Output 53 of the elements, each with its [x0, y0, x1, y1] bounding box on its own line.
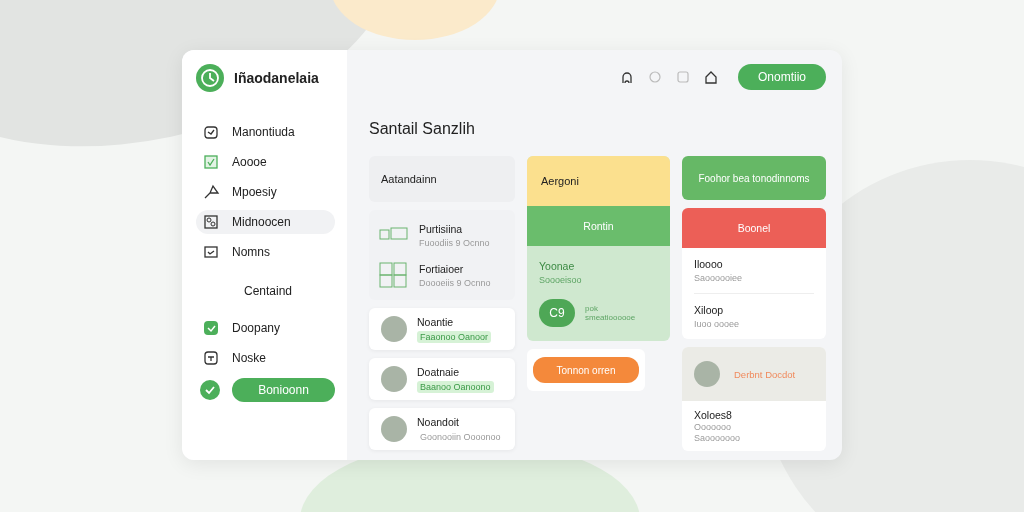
grid-icon [202, 213, 220, 231]
section-label: Centaind [243, 283, 294, 300]
person-tag: Baanoo Oanoono [417, 380, 494, 393]
sidebar-item[interactable]: Mpoesiy [196, 180, 335, 204]
item-subtitle: Doooeiis 9 Ocnno [419, 277, 491, 288]
column-header: Aatandainn [369, 156, 515, 202]
clock-logo-icon [196, 64, 224, 92]
sidebar-item[interactable]: Doopany [196, 316, 335, 340]
avatar-placeholder [381, 316, 407, 342]
sidebar-item[interactable]: Aoooe [196, 150, 335, 174]
home-icon[interactable] [704, 70, 718, 84]
item-title: Purtisiina [419, 222, 464, 235]
profile-line: Saooooooo [694, 433, 742, 443]
person-card[interactable]: Noandoit Goonooiin Oooonoo [369, 408, 515, 450]
box-icon [202, 349, 220, 367]
alert-banner: Boonel [682, 208, 826, 248]
checklist-icon [202, 153, 220, 171]
person-name: Doatnaie [417, 365, 461, 378]
row-subtitle: Saoooooiee [694, 273, 744, 283]
card-band: Rontin [527, 206, 670, 246]
sidebar-item[interactable]: Nomns [196, 240, 335, 264]
profile-title: Xoloes8 [694, 409, 733, 421]
row-subtitle: Iuoo oooee [694, 319, 741, 329]
pill-subtitle: smeatioooooe [585, 313, 636, 322]
item-subtitle: Fuoodiis 9 Ocnno [419, 237, 490, 248]
sidebar-item[interactable]: Midnoocen [196, 210, 335, 234]
person-tag: Faaonoo Oanoor [417, 330, 492, 343]
pill-title: pok [585, 304, 599, 313]
avatar-placeholder [381, 366, 407, 392]
checkbox-icon [202, 243, 220, 261]
profile-name: Derbnt Docdot [734, 368, 796, 380]
check-icon [200, 380, 220, 400]
item-title: Fortiaioer [419, 262, 465, 275]
card-header: Aergoni [527, 156, 670, 206]
person-tag: Goonooiin Oooonoo [417, 430, 504, 443]
profile-line: Ooooooo [694, 422, 733, 432]
check-icon [202, 319, 220, 337]
app-name: Iñaodanelaia [234, 70, 319, 86]
avatar-placeholder [381, 416, 407, 442]
sidebar-item[interactable]: Manontiuda [196, 120, 335, 144]
person-name: Noandoit [417, 415, 461, 428]
avatar-placeholder [694, 361, 720, 387]
status-pill: C9 [539, 299, 575, 327]
person-card[interactable]: Doatnaie Baanoo Oanoono [369, 358, 515, 400]
card-title: Yoonae [539, 260, 576, 272]
row-title: Iloooo [694, 258, 724, 270]
sidebar-item[interactable]: Noske [196, 346, 335, 370]
page-title: Santail Sanzlih [369, 120, 476, 138]
row-title: Xiloop [694, 304, 725, 316]
person-card[interactable]: Noantie Faaonoo Oanoor [369, 308, 515, 350]
card-subtitle: Soooeisoo [539, 275, 583, 285]
person-name: Noantie [417, 315, 455, 328]
panels-icon [379, 262, 409, 288]
